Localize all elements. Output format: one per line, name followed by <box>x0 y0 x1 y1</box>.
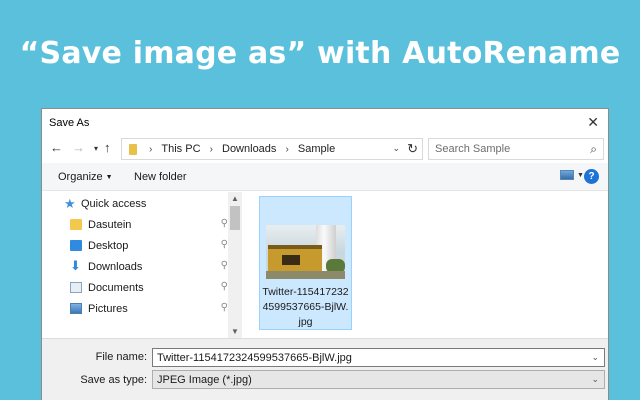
sidebar-item-label: Documents <box>88 282 144 294</box>
desktop-icon <box>70 240 82 251</box>
refresh-icon[interactable]: ↻ <box>407 141 418 157</box>
command-bar: Organize ▼ New folder ▼ ? <box>42 163 608 191</box>
search-icon: ⌕ <box>590 142 597 156</box>
navigation-scrollbar[interactable]: ▲ ▼ <box>228 192 242 338</box>
save-type-label: Save as type: <box>80 374 147 386</box>
search-box[interactable]: ⌕ <box>428 138 604 160</box>
scrollbar-thumb[interactable] <box>230 206 240 230</box>
pin-icon[interactable]: ⚲ <box>221 239 228 250</box>
sidebar-item-downloads[interactable]: ⬇ Downloads ⚲ <box>62 257 234 277</box>
sidebar-item-label: Quick access <box>81 198 147 210</box>
save-form: File name: ⌄ Save as type: JPEG Image (*… <box>42 338 608 400</box>
breadcrumb-sample[interactable]: Sample <box>298 143 335 155</box>
address-dropdown-icon[interactable]: ⌄ <box>392 143 400 154</box>
organize-label: Organize <box>58 171 103 183</box>
caret-down-icon: ▼ <box>105 174 113 181</box>
recent-locations-chevron-icon[interactable]: ▾ <box>94 144 98 153</box>
dialog-title: Save As <box>49 117 90 129</box>
sidebar-item-dasutein[interactable]: Dasutein ⚲ <box>62 215 234 235</box>
pictures-icon <box>70 303 82 314</box>
star-icon: ★ <box>64 196 76 211</box>
download-icon: ⬇ <box>70 258 81 273</box>
chevron-right-icon[interactable]: › <box>210 144 213 155</box>
dialog-titlebar: Save As ✕ <box>42 109 608 137</box>
headline: “Save image as” with AutoRename <box>19 36 621 71</box>
pin-icon[interactable]: ⚲ <box>221 281 228 292</box>
chevron-right-icon[interactable]: › <box>285 144 288 155</box>
forward-arrow-icon[interactable]: → <box>72 140 85 155</box>
close-icon[interactable]: ✕ <box>587 114 599 131</box>
file-name-field[interactable]: ⌄ <box>152 348 605 367</box>
file-name-label: File name: <box>95 351 147 363</box>
help-icon[interactable]: ? <box>584 169 599 184</box>
folder-icon <box>70 219 82 230</box>
file-tile[interactable]: Twitter-1154172324599537665-BjlW.jpg <box>259 196 352 330</box>
up-arrow-icon[interactable]: ↑ <box>104 140 111 155</box>
chevron-right-icon[interactable]: › <box>149 144 152 155</box>
pin-icon[interactable]: ⚲ <box>221 260 228 271</box>
file-name-label: Twitter-1154172324599537665-BjlW.jpg <box>262 286 349 328</box>
address-bar[interactable]: › This PC › Downloads › Sample ⌄ ↻ <box>121 138 423 160</box>
sidebar-item-label: Pictures <box>88 303 128 315</box>
breadcrumb-this-pc[interactable]: This PC <box>161 143 200 155</box>
sidebar-item-label: Downloads <box>88 261 143 273</box>
documents-icon <box>70 282 82 293</box>
file-name-input[interactable] <box>153 349 583 366</box>
sidebar-item-quick-access[interactable]: ★ Quick access <box>62 194 234 214</box>
file-list: Twitter-1154172324599537665-BjlW.jpg <box>242 192 608 338</box>
image-thumbnail <box>266 225 345 279</box>
save-type-select[interactable]: JPEG Image (*.jpg) ⌄ <box>152 370 605 389</box>
caret-down-icon[interactable]: ▼ <box>577 172 584 179</box>
folder-icon <box>129 144 137 155</box>
pin-icon[interactable]: ⚲ <box>221 302 228 313</box>
pin-icon[interactable]: ⚲ <box>221 218 228 229</box>
new-folder-button[interactable]: New folder <box>134 171 187 183</box>
back-arrow-icon[interactable]: ← <box>50 140 63 155</box>
save-type-value: JPEG Image (*.jpg) <box>157 374 252 386</box>
view-options-icon[interactable] <box>560 170 574 180</box>
organize-button[interactable]: Organize ▼ <box>58 171 113 183</box>
search-input[interactable] <box>429 139 579 159</box>
sidebar-item-label: Dasutein <box>88 219 132 231</box>
navigation-bar: ← → ▾ ↑ › This PC › Downloads › Sample ⌄… <box>42 137 608 161</box>
chevron-down-icon[interactable]: ⌄ <box>591 352 599 363</box>
sidebar-item-documents[interactable]: Documents ⚲ <box>62 278 234 298</box>
sidebar-item-label: Desktop <box>88 240 129 252</box>
sidebar-item-desktop[interactable]: Desktop ⚲ <box>62 236 234 256</box>
sidebar-item-pictures[interactable]: Pictures ⚲ <box>62 299 234 319</box>
save-as-dialog: Save As ✕ ← → ▾ ↑ › This PC › Downloads … <box>41 108 609 400</box>
chevron-down-icon[interactable]: ⌄ <box>591 374 599 385</box>
breadcrumb: › This PC › Downloads › Sample <box>143 143 335 155</box>
breadcrumb-downloads[interactable]: Downloads <box>222 143 276 155</box>
scroll-down-icon[interactable]: ▼ <box>231 327 239 336</box>
scroll-up-icon[interactable]: ▲ <box>231 194 239 203</box>
navigation-pane: ★ Quick access Dasutein ⚲ Desktop ⚲ ⬇ Do… <box>42 192 242 338</box>
